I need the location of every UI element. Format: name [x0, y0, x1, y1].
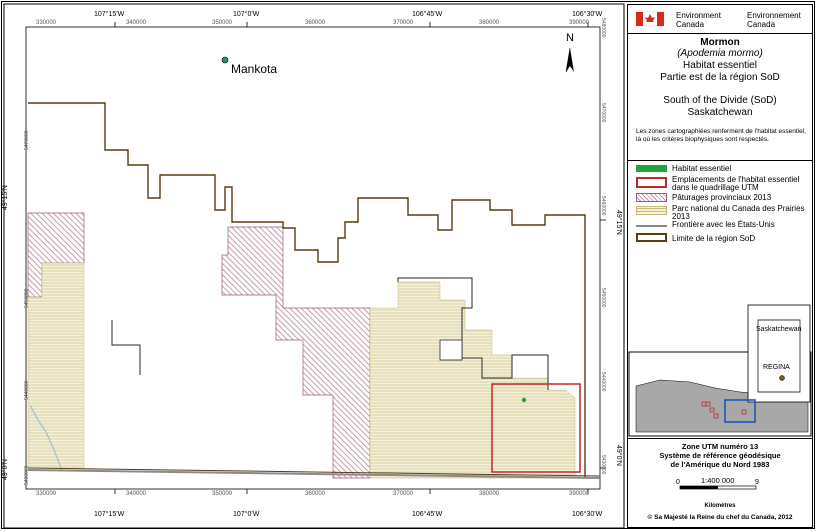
top-lon-label: 106°30'W: [572, 11, 603, 18]
title-line4: Partie est de la région SoD: [660, 72, 780, 83]
utm-zone: Zone UTM numéro 13: [681, 442, 759, 451]
legend-swatch-border: [636, 225, 667, 227]
inset-province-label: Saskatchewan: [756, 326, 802, 333]
region-line2: Saskatchewan: [687, 107, 753, 118]
north-arrow-label: N: [566, 32, 574, 44]
northing-label: 5470000: [24, 130, 30, 150]
bottom-lon-label: 106°30'W: [572, 511, 603, 518]
bottom-lon-label: 107°0'W: [233, 511, 260, 518]
bottom-easting-label: 370000: [393, 491, 414, 497]
map-note: Les zones cartographiées renferment de l…: [636, 128, 806, 143]
header-divider: [627, 33, 813, 34]
town-label: Mankota: [231, 62, 278, 76]
habitat-patch[interactable]: [521, 397, 527, 403]
lat-label-right: 49°15'N: [615, 210, 622, 235]
top-easting-label: 340000: [126, 20, 147, 26]
species-latin: (Apodemia mormo): [677, 48, 763, 59]
top-lon-label: 107°15'W: [94, 11, 125, 18]
legend-label-border: Frontière avec les États-Unis: [672, 220, 775, 229]
lat-label-left: 49°15'N: [2, 185, 9, 210]
legend-label-sod: Limite de la région SoD: [672, 234, 756, 243]
species-common: Mormon: [700, 37, 740, 48]
inset-city-label: REGINA: [763, 364, 790, 371]
top-lon-label: 107°0'W: [233, 11, 260, 18]
bottom-lon-label: 107°15'W: [94, 511, 125, 518]
legend-swatch-pasture: [636, 193, 667, 202]
legend-label-habitat: Habitat essentiel: [672, 164, 732, 173]
info-divider: [627, 438, 813, 439]
top-easting-label: 330000: [36, 20, 57, 26]
bottom-easting-label: 360000: [305, 491, 326, 497]
bottom-lon-label: 106°45'W: [412, 511, 443, 518]
northing-label: 5470000: [600, 103, 606, 123]
bottom-easting-label: 340000: [126, 491, 147, 497]
top-easting-label: 350000: [212, 20, 233, 26]
agency-en: Environment Canada: [676, 11, 721, 29]
northing-label: 5430000: [24, 465, 30, 485]
top-easting-label: 370000: [393, 20, 414, 26]
agency-fr: Environnement Canada: [747, 11, 801, 29]
northing-label: 5440000: [600, 372, 606, 392]
legend-swatch-grid: [636, 177, 667, 188]
legend-label-grid: Emplacements de l'habitat essentiel dans…: [672, 175, 800, 192]
datum-line2: de l'Amérique du Nord 1983: [670, 460, 770, 469]
title-line3: Habitat essentiel: [683, 60, 757, 71]
inset-city-marker: [779, 375, 785, 381]
park-inholding: [439, 339, 463, 361]
northing-label: 5460000: [600, 196, 606, 216]
bottom-easting-label: 380000: [479, 491, 500, 497]
lat-label-left: 49°0'N: [2, 459, 9, 480]
northing-label: 5450000: [600, 288, 606, 308]
scale-text: 1:400 000: [701, 476, 735, 485]
legend-swatch-sod: [636, 233, 667, 242]
top-easting-label: 390000: [569, 20, 590, 26]
northing-label: 5440000: [24, 380, 30, 400]
bottom-easting-label: 390000: [569, 491, 590, 497]
town-marker[interactable]: [221, 56, 229, 64]
northing-label: 5430000: [600, 455, 606, 475]
bottom-easting-label: 330000: [36, 491, 57, 497]
northing-label: 5480000: [600, 18, 606, 38]
scale-unit: Kilomètres: [704, 503, 736, 509]
scale-max: 9: [755, 479, 759, 486]
legend-divider: [627, 160, 813, 161]
top-lon-label: 106°45'W: [412, 11, 443, 18]
northing-label: 5450000: [24, 288, 30, 308]
top-easting-label: 360000: [305, 20, 326, 26]
region-line1: South of the Divide (SoD): [663, 95, 777, 106]
datum-line1: Système de référence géodésique: [659, 451, 781, 460]
legend-swatch-habitat: [636, 165, 667, 172]
canada-flag-icon: [635, 11, 665, 27]
lat-label-right: 49°0'N: [615, 445, 622, 466]
legend-label-park: Parc national du Canada des Prairies 201…: [672, 204, 805, 221]
copyright: © Sa Majesté la Reine du chef du Canada,…: [647, 514, 793, 521]
legend: Habitat essentiel Emplacements de l'habi…: [630, 163, 812, 249]
scale-min: 0: [676, 479, 680, 486]
top-easting-label: 380000: [479, 20, 500, 26]
legend-swatch-park: [636, 206, 667, 215]
legend-label-pasture: Pâturages provinciaux 2013: [672, 193, 772, 202]
bottom-easting-label: 350000: [212, 491, 233, 497]
